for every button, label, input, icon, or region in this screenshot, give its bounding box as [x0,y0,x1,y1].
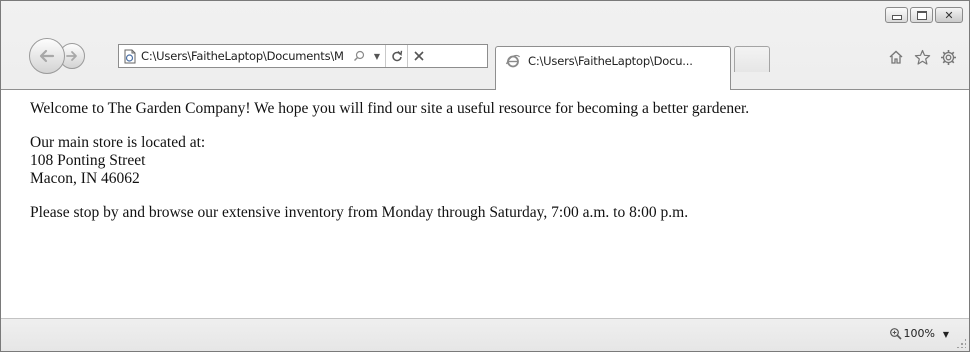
minimize-icon [891,15,902,20]
refresh-button[interactable] [385,45,407,67]
stop-icon [413,51,424,61]
favorites-star-icon [914,49,930,65]
address-dropdown-button[interactable]: ▼ [369,45,385,67]
maximize-button[interactable] [910,7,933,23]
back-button[interactable] [29,38,65,74]
address-line: Macon, IN 46062 [30,170,140,187]
maximize-icon [916,10,927,20]
close-icon: ✕ [944,8,954,22]
favorites-button[interactable] [913,48,931,66]
status-bar: 100% ▼ [1,318,969,351]
hours-paragraph: Please stop by and browse our extensive … [30,204,689,221]
home-button[interactable] [887,48,905,66]
close-button[interactable]: ✕ [935,7,963,23]
zoom-level: 100% [903,327,935,340]
caption-buttons: ✕ [885,7,963,23]
navigation-buttons [29,37,85,75]
page-content: Welcome to The Garden Company! We hope y… [1,89,969,318]
address-line: Our main store is located at: [30,134,206,151]
resize-grip-icon[interactable] [956,338,966,348]
ie-page-icon [505,54,521,68]
back-arrow-icon [39,49,55,63]
store-address: Our main store is located at: 108 Pontin… [30,134,969,188]
tab-active[interactable]: C:\Users\FaitheLaptop\Docu... [495,46,731,90]
zoom-magnifier-icon [889,328,902,340]
browser-window: ✕ C:\Users\FaitheLaptop\Documents\M ▼ C:… [0,0,970,352]
forward-arrow-icon [66,51,77,61]
welcome-paragraph: Welcome to The Garden Company! We hope y… [30,100,750,117]
address-line: 108 Ponting Street [30,152,146,169]
chevron-down-icon: ▼ [373,51,381,61]
refresh-icon [391,50,402,62]
address-bar[interactable]: C:\Users\FaitheLaptop\Documents\M ▼ [118,44,488,68]
address-url[interactable]: C:\Users\FaitheLaptop\Documents\M [141,49,349,63]
tab-title: C:\Users\FaitheLaptop\Docu... [528,54,693,68]
search-button[interactable] [349,45,369,67]
minimize-button[interactable] [885,7,908,23]
tools-gear-icon [940,49,956,65]
tools-button[interactable] [939,48,957,66]
chevron-down-icon[interactable]: ▼ [943,330,949,339]
home-icon [889,50,903,64]
page-icon [119,45,141,67]
zoom-control[interactable]: 100% [889,327,935,340]
search-icon [354,50,365,61]
new-tab-button[interactable] [734,46,770,72]
stop-button[interactable] [407,45,429,67]
toolbar-right [887,48,957,66]
